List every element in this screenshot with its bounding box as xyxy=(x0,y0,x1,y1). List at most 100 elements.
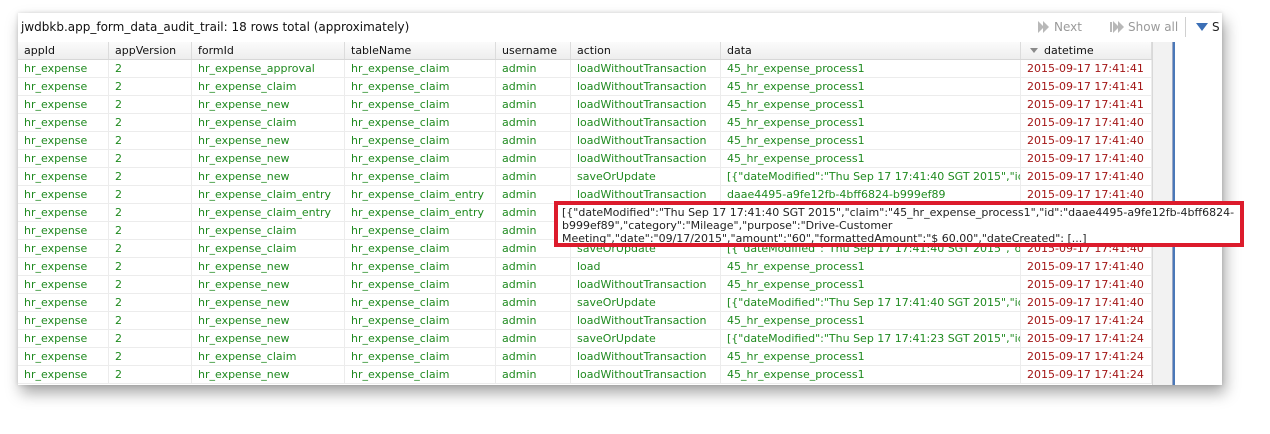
cell-datetime[interactable]: 2015-09-17 17:41:24 xyxy=(1021,312,1152,330)
cell-formid[interactable]: hr_expense_claim_entry xyxy=(192,204,345,222)
cell-appversion[interactable]: 2 xyxy=(109,348,192,366)
cell-formid[interactable]: hr_expense_new xyxy=(192,132,345,150)
column-header-tablename[interactable]: tableName xyxy=(345,42,496,59)
cell-formid[interactable]: hr_expense_new xyxy=(192,294,345,312)
cell-tablename[interactable]: hr_expense_claim xyxy=(345,294,496,312)
cell-tablename[interactable]: hr_expense_claim xyxy=(345,96,496,114)
cell-action[interactable]: loadWithoutTransaction xyxy=(571,60,721,78)
table-row[interactable]: hr_expense 2 hr_expense_new hr_expense_clai… xyxy=(18,168,1152,186)
cell-appversion[interactable]: 2 xyxy=(109,96,192,114)
cell-action[interactable]: loadWithoutTransaction xyxy=(571,150,721,168)
cell-data[interactable]: 45_hr_expense_process1 xyxy=(721,78,1021,96)
cell-action[interactable]: loadWithoutTransaction xyxy=(571,132,721,150)
cell-appversion[interactable]: 2 xyxy=(109,366,192,384)
table-row[interactable]: hr_expense 2 hr_expense_new hr_expense_clai… xyxy=(18,276,1152,294)
cell-data[interactable]: 45_hr_expense_process1 xyxy=(721,150,1021,168)
cell-action[interactable]: saveOrUpdate xyxy=(571,294,721,312)
cell-action[interactable]: load xyxy=(571,258,721,276)
column-header-data[interactable]: data xyxy=(721,42,1021,59)
cell-appversion[interactable]: 2 xyxy=(109,312,192,330)
cell-data[interactable]: 45_hr_expense_process1 xyxy=(721,312,1021,330)
cell-appversion[interactable]: 2 xyxy=(109,78,192,96)
cell-username[interactable]: admin xyxy=(496,258,571,276)
cell-formid[interactable]: hr_expense_new xyxy=(192,150,345,168)
cell-tablename[interactable]: hr_expense_claim xyxy=(345,114,496,132)
cell-appid[interactable]: hr_expense xyxy=(18,132,109,150)
cell-action[interactable]: loadWithoutTransaction xyxy=(571,348,721,366)
cell-datetime[interactable]: 2015-09-17 17:41:41 xyxy=(1021,96,1152,114)
cell-username[interactable]: admin xyxy=(496,312,571,330)
table-row[interactable]: hr_expense 2 hr_expense_new hr_expense_clai… xyxy=(18,366,1152,384)
cell-tablename[interactable]: hr_expense_claim xyxy=(345,240,496,258)
cell-action[interactable]: saveOrUpdate xyxy=(571,330,721,348)
cell-tablename[interactable]: hr_expense_claim xyxy=(345,60,496,78)
cell-appid[interactable]: hr_expense xyxy=(18,276,109,294)
cell-action[interactable]: saveOrUpdate xyxy=(571,168,721,186)
cell-data[interactable]: [{"dateModified":"Thu Sep 17 17:41:40 SG… xyxy=(721,168,1021,186)
cell-username[interactable]: admin xyxy=(496,114,571,132)
cell-datetime[interactable]: 2015-09-17 17:41:24 xyxy=(1021,330,1152,348)
cell-formid[interactable]: hr_expense_claim xyxy=(192,348,345,366)
cell-action[interactable]: loadWithoutTransaction xyxy=(571,78,721,96)
cell-action[interactable]: loadWithoutTransaction xyxy=(571,276,721,294)
cell-datetime[interactable]: 2015-09-17 17:41:41 xyxy=(1021,60,1152,78)
cell-appid[interactable]: hr_expense xyxy=(18,114,109,132)
cell-data[interactable]: 45_hr_expense_process1 xyxy=(721,114,1021,132)
table-row[interactable]: hr_expense 2 hr_expense_new hr_expense_clai… xyxy=(18,96,1152,114)
table-row[interactable]: hr_expense 2 hr_expense_new hr_expense_clai… xyxy=(18,312,1152,330)
cell-appid[interactable]: hr_expense xyxy=(18,312,109,330)
cell-datetime[interactable]: 2015-09-17 17:41:24 xyxy=(1021,348,1152,366)
cell-appversion[interactable]: 2 xyxy=(109,222,192,240)
cell-appversion[interactable]: 2 xyxy=(109,114,192,132)
cell-username[interactable]: admin xyxy=(496,366,571,384)
table-row[interactable]: hr_expense 2 hr_expense_claim hr_expense_cl… xyxy=(18,348,1152,366)
cell-appid[interactable]: hr_expense xyxy=(18,330,109,348)
column-header-datetime[interactable]: datetime xyxy=(1021,42,1152,59)
cell-appid[interactable]: hr_expense xyxy=(18,366,109,384)
cell-tablename[interactable]: hr_expense_claim xyxy=(345,330,496,348)
cell-appid[interactable]: hr_expense xyxy=(18,240,109,258)
column-header-formid[interactable]: formId xyxy=(192,42,345,59)
cell-appid[interactable]: hr_expense xyxy=(18,150,109,168)
cell-username[interactable]: admin xyxy=(496,168,571,186)
cell-formid[interactable]: hr_expense_new xyxy=(192,366,345,384)
cell-tablename[interactable]: hr_expense_claim xyxy=(345,366,496,384)
cell-appversion[interactable]: 2 xyxy=(109,132,192,150)
cell-datetime[interactable]: 2015-09-17 17:41:40 xyxy=(1021,132,1152,150)
table-row[interactable]: hr_expense 2 hr_expense_new hr_expense_clai… xyxy=(18,294,1152,312)
column-header-appversion[interactable]: appVersion xyxy=(109,42,192,59)
next-button[interactable]: Next xyxy=(1038,20,1082,34)
cell-tablename[interactable]: hr_expense_claim xyxy=(345,78,496,96)
cell-tablename[interactable]: hr_expense_claim xyxy=(345,168,496,186)
cell-data[interactable]: 45_hr_expense_process1 xyxy=(721,366,1021,384)
cell-appversion[interactable]: 2 xyxy=(109,276,192,294)
cell-formid[interactable]: hr_expense_claim xyxy=(192,114,345,132)
cell-tablename[interactable]: hr_expense_claim xyxy=(345,132,496,150)
cell-formid[interactable]: hr_expense_new xyxy=(192,258,345,276)
cell-tablename[interactable]: hr_expense_claim xyxy=(345,150,496,168)
cell-datetime[interactable]: 2015-09-17 17:41:40 xyxy=(1021,150,1152,168)
cell-appid[interactable]: hr_expense xyxy=(18,258,109,276)
cell-action[interactable]: loadWithoutTransaction xyxy=(571,312,721,330)
cell-datetime[interactable]: 2015-09-17 17:41:40 xyxy=(1021,114,1152,132)
table-row[interactable]: hr_expense 2 hr_expense_claim hr_expense_cl… xyxy=(18,78,1152,96)
cell-formid[interactable]: hr_expense_approval xyxy=(192,60,345,78)
cell-tablename[interactable]: hr_expense_claim xyxy=(345,222,496,240)
table-row[interactable]: hr_expense 2 hr_expense_new hr_expense_clai… xyxy=(18,258,1152,276)
table-row[interactable]: hr_expense 2 hr_expense_new hr_expense_clai… xyxy=(18,132,1152,150)
cell-appversion[interactable]: 2 xyxy=(109,150,192,168)
cell-datetime[interactable]: 2015-09-17 17:41:40 xyxy=(1021,276,1152,294)
cell-data[interactable]: 45_hr_expense_process1 xyxy=(721,258,1021,276)
table-row[interactable]: hr_expense 2 hr_expense_claim hr_expense_cl… xyxy=(18,114,1152,132)
cell-tablename[interactable]: hr_expense_claim xyxy=(345,348,496,366)
cell-username[interactable]: admin xyxy=(496,60,571,78)
cell-username[interactable]: admin xyxy=(496,96,571,114)
cell-tablename[interactable]: hr_expense_claim_entry xyxy=(345,204,496,222)
cell-datetime[interactable]: 2015-09-17 17:41:41 xyxy=(1021,78,1152,96)
cell-tablename[interactable]: hr_expense_claim_entry xyxy=(345,186,496,204)
cell-datetime[interactable]: 2015-09-17 17:41:40 xyxy=(1021,258,1152,276)
cell-formid[interactable]: hr_expense_new xyxy=(192,330,345,348)
cell-appversion[interactable]: 2 xyxy=(109,294,192,312)
cell-appid[interactable]: hr_expense xyxy=(18,96,109,114)
cell-appversion[interactable]: 2 xyxy=(109,186,192,204)
